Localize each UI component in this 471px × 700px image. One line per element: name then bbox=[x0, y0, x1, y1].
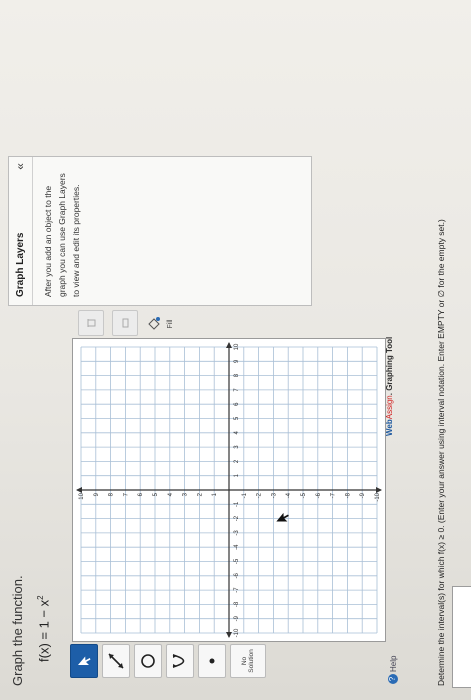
y-tick-label: 9 bbox=[94, 492, 100, 496]
y-tick-label: 8 bbox=[109, 492, 115, 496]
x-tick-label: -9 bbox=[234, 615, 240, 621]
graph-side-tools: Fill bbox=[78, 310, 174, 336]
y-tick-label: -9 bbox=[360, 492, 366, 498]
help-link[interactable]: ? Help bbox=[385, 650, 401, 684]
coordinate-plane[interactable]: -10 -9 -8 -7 -6 -5 -4 -3 -2 -1 1 2 3 4 5 6 7 8 9 10 10 9 8 7 6 5 4… bbox=[72, 338, 386, 642]
y-tick-label: -2 bbox=[257, 492, 263, 498]
clear-tool-button[interactable] bbox=[112, 310, 138, 336]
no-solution-label: No Solution bbox=[241, 649, 255, 673]
collapse-panel-icon[interactable]: « bbox=[13, 163, 27, 170]
parabola-icon bbox=[172, 654, 185, 668]
y-tick-label: 7 bbox=[123, 492, 129, 496]
circle-icon bbox=[141, 654, 155, 668]
graph-layers-title: Graph Layers bbox=[9, 157, 33, 305]
point-icon bbox=[209, 658, 215, 664]
y-tick-label: 1 bbox=[212, 492, 218, 496]
help-label: Help bbox=[388, 655, 398, 672]
y-tick-label: -7 bbox=[331, 492, 337, 498]
line-segment-icon bbox=[108, 653, 124, 669]
no-solution-button[interactable]: No Solution bbox=[230, 644, 266, 678]
y-tick-label: 2 bbox=[197, 492, 203, 496]
graphing-question: Graph the function. f(x) = 1 − x2 No Sol… bbox=[0, 0, 471, 700]
graph-layers-panel: Graph Layers « After you add an object t… bbox=[8, 156, 312, 306]
x-tick-label: 5 bbox=[234, 416, 240, 420]
y-tick-label: 10 bbox=[79, 492, 85, 499]
y-tick-label: -5 bbox=[301, 492, 307, 498]
graph-toolbar: No Solution bbox=[70, 644, 370, 678]
graph-layers-description: After you add an object to the graph you… bbox=[43, 173, 81, 297]
x-tick-label: 7 bbox=[234, 388, 240, 392]
question-instruction: Graph the function. bbox=[10, 575, 25, 686]
y-tick-label: 3 bbox=[183, 492, 189, 496]
eraser-icon bbox=[122, 318, 129, 328]
y-tick-label: -8 bbox=[345, 492, 351, 498]
x-tick-label: 8 bbox=[234, 373, 240, 377]
x-tick-label: -6 bbox=[234, 572, 240, 578]
x-axis-arrow bbox=[226, 342, 232, 348]
interval-question: Determine the interval(s) for which f(x)… bbox=[436, 219, 446, 686]
x-tick-label: -2 bbox=[234, 515, 240, 521]
x-tick-label: 4 bbox=[234, 430, 240, 434]
webassign-graphing-tool-label: WebAssign. Graphing Tool bbox=[385, 337, 394, 436]
x-tick-label: 10 bbox=[234, 343, 240, 350]
coordinate-grid[interactable]: -10 -9 -8 -7 -6 -5 -4 -3 -2 -1 1 2 3 4 5 6 7 8 9 10 10 9 8 7 6 5 4… bbox=[73, 339, 385, 641]
mouse-cursor-icon bbox=[276, 512, 289, 522]
x-tick-label: 1 bbox=[234, 473, 240, 477]
y-tick-label: -4 bbox=[286, 492, 292, 498]
fill-bucket-icon bbox=[148, 317, 160, 330]
x-tick-label: -1 bbox=[234, 501, 240, 507]
pointer-tool-button[interactable] bbox=[70, 644, 98, 678]
function-label: f(x) = 1 − x2 bbox=[36, 595, 52, 662]
x-tick-label: 2 bbox=[234, 459, 240, 463]
brand-web: Web bbox=[385, 419, 394, 436]
x-tick-label: 9 bbox=[234, 359, 240, 363]
fill-label: Fill bbox=[167, 319, 174, 329]
circle-tool-button[interactable] bbox=[134, 644, 162, 678]
y-tick-label: 6 bbox=[138, 492, 144, 496]
x-tick-label: 6 bbox=[234, 402, 240, 406]
x-tick-label: -5 bbox=[234, 558, 240, 564]
trash-icon bbox=[87, 319, 96, 327]
point-tool-button[interactable] bbox=[198, 644, 226, 678]
delete-tool-button[interactable] bbox=[78, 310, 104, 336]
function-exponent: 2 bbox=[36, 595, 45, 600]
x-tick-label: 3 bbox=[234, 445, 240, 449]
x-tick-label: -8 bbox=[234, 601, 240, 607]
y-tick-label: 4 bbox=[168, 492, 174, 496]
line-tool-button[interactable] bbox=[102, 644, 130, 678]
x-axis-arrow bbox=[226, 632, 232, 638]
fill-tool-button[interactable]: Fill bbox=[146, 312, 174, 336]
y-tick-label: -6 bbox=[316, 492, 322, 498]
x-tick-label: -4 bbox=[234, 544, 240, 550]
x-tick-label: -3 bbox=[234, 530, 240, 536]
y-tick-label: -3 bbox=[271, 492, 277, 498]
brand-graphing-tool: . Graphing Tool bbox=[385, 336, 394, 396]
y-tick-label: -10 bbox=[375, 492, 381, 501]
arrow-cursor-icon bbox=[78, 656, 91, 665]
brand-assign: Assign bbox=[385, 395, 394, 420]
parabola-tool-button[interactable] bbox=[166, 644, 194, 678]
y-tick-label: 5 bbox=[153, 492, 159, 496]
help-icon: ? bbox=[388, 674, 398, 684]
y-tick-label: -1 bbox=[242, 492, 248, 498]
x-tick-label: -7 bbox=[234, 587, 240, 593]
interval-answer-input[interactable] bbox=[452, 586, 471, 688]
x-tick-label: -10 bbox=[234, 628, 240, 637]
